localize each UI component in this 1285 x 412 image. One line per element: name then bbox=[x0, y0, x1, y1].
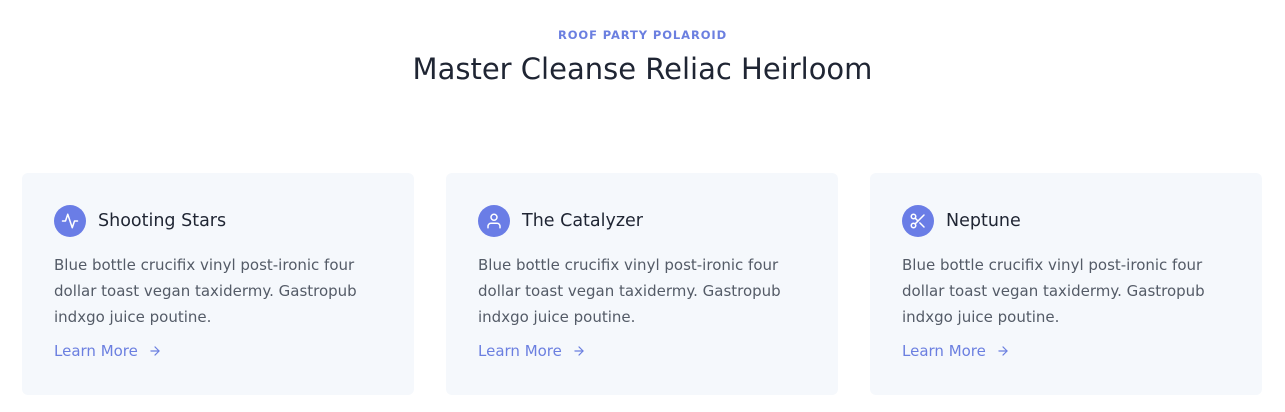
card-description: Blue bottle crucifix vinyl post-ironic f… bbox=[54, 256, 357, 326]
activity-icon bbox=[54, 205, 86, 237]
card-title: Neptune bbox=[946, 211, 1021, 231]
feature-card: Neptune Blue bottle crucifix vinyl post-… bbox=[870, 173, 1262, 395]
card-title: The Catalyzer bbox=[522, 211, 644, 231]
learn-more-link[interactable]: Learn More bbox=[54, 342, 162, 360]
arrow-right-icon bbox=[998, 346, 1008, 356]
section-eyebrow: ROOF PARTY POLAROID bbox=[557, 28, 728, 42]
card-header: Shooting Stars bbox=[54, 205, 382, 237]
learn-more-label: Learn More bbox=[902, 342, 986, 360]
arrow-right-icon bbox=[150, 346, 160, 356]
feature-cards: Shooting Stars Blue bottle crucifix viny… bbox=[22, 173, 1262, 395]
card-header: Neptune bbox=[902, 205, 1230, 237]
learn-more-label: Learn More bbox=[478, 342, 562, 360]
feature-card: The Catalyzer Blue bottle crucifix vinyl… bbox=[446, 173, 838, 395]
card-header: The Catalyzer bbox=[478, 205, 806, 237]
card-description: Blue bottle crucifix vinyl post-ironic f… bbox=[478, 256, 781, 326]
learn-more-link[interactable]: Learn More bbox=[478, 342, 586, 360]
feature-card: Shooting Stars Blue bottle crucifix viny… bbox=[22, 173, 414, 395]
scissors-icon bbox=[902, 205, 934, 237]
learn-more-link[interactable]: Learn More bbox=[902, 342, 1010, 360]
arrow-right-icon bbox=[574, 346, 584, 356]
section-title: Master Cleanse Reliac Heirloom bbox=[412, 52, 873, 86]
user-icon bbox=[478, 205, 510, 237]
card-title: Shooting Stars bbox=[98, 211, 227, 231]
card-description: Blue bottle crucifix vinyl post-ironic f… bbox=[902, 256, 1205, 326]
learn-more-label: Learn More bbox=[54, 342, 138, 360]
